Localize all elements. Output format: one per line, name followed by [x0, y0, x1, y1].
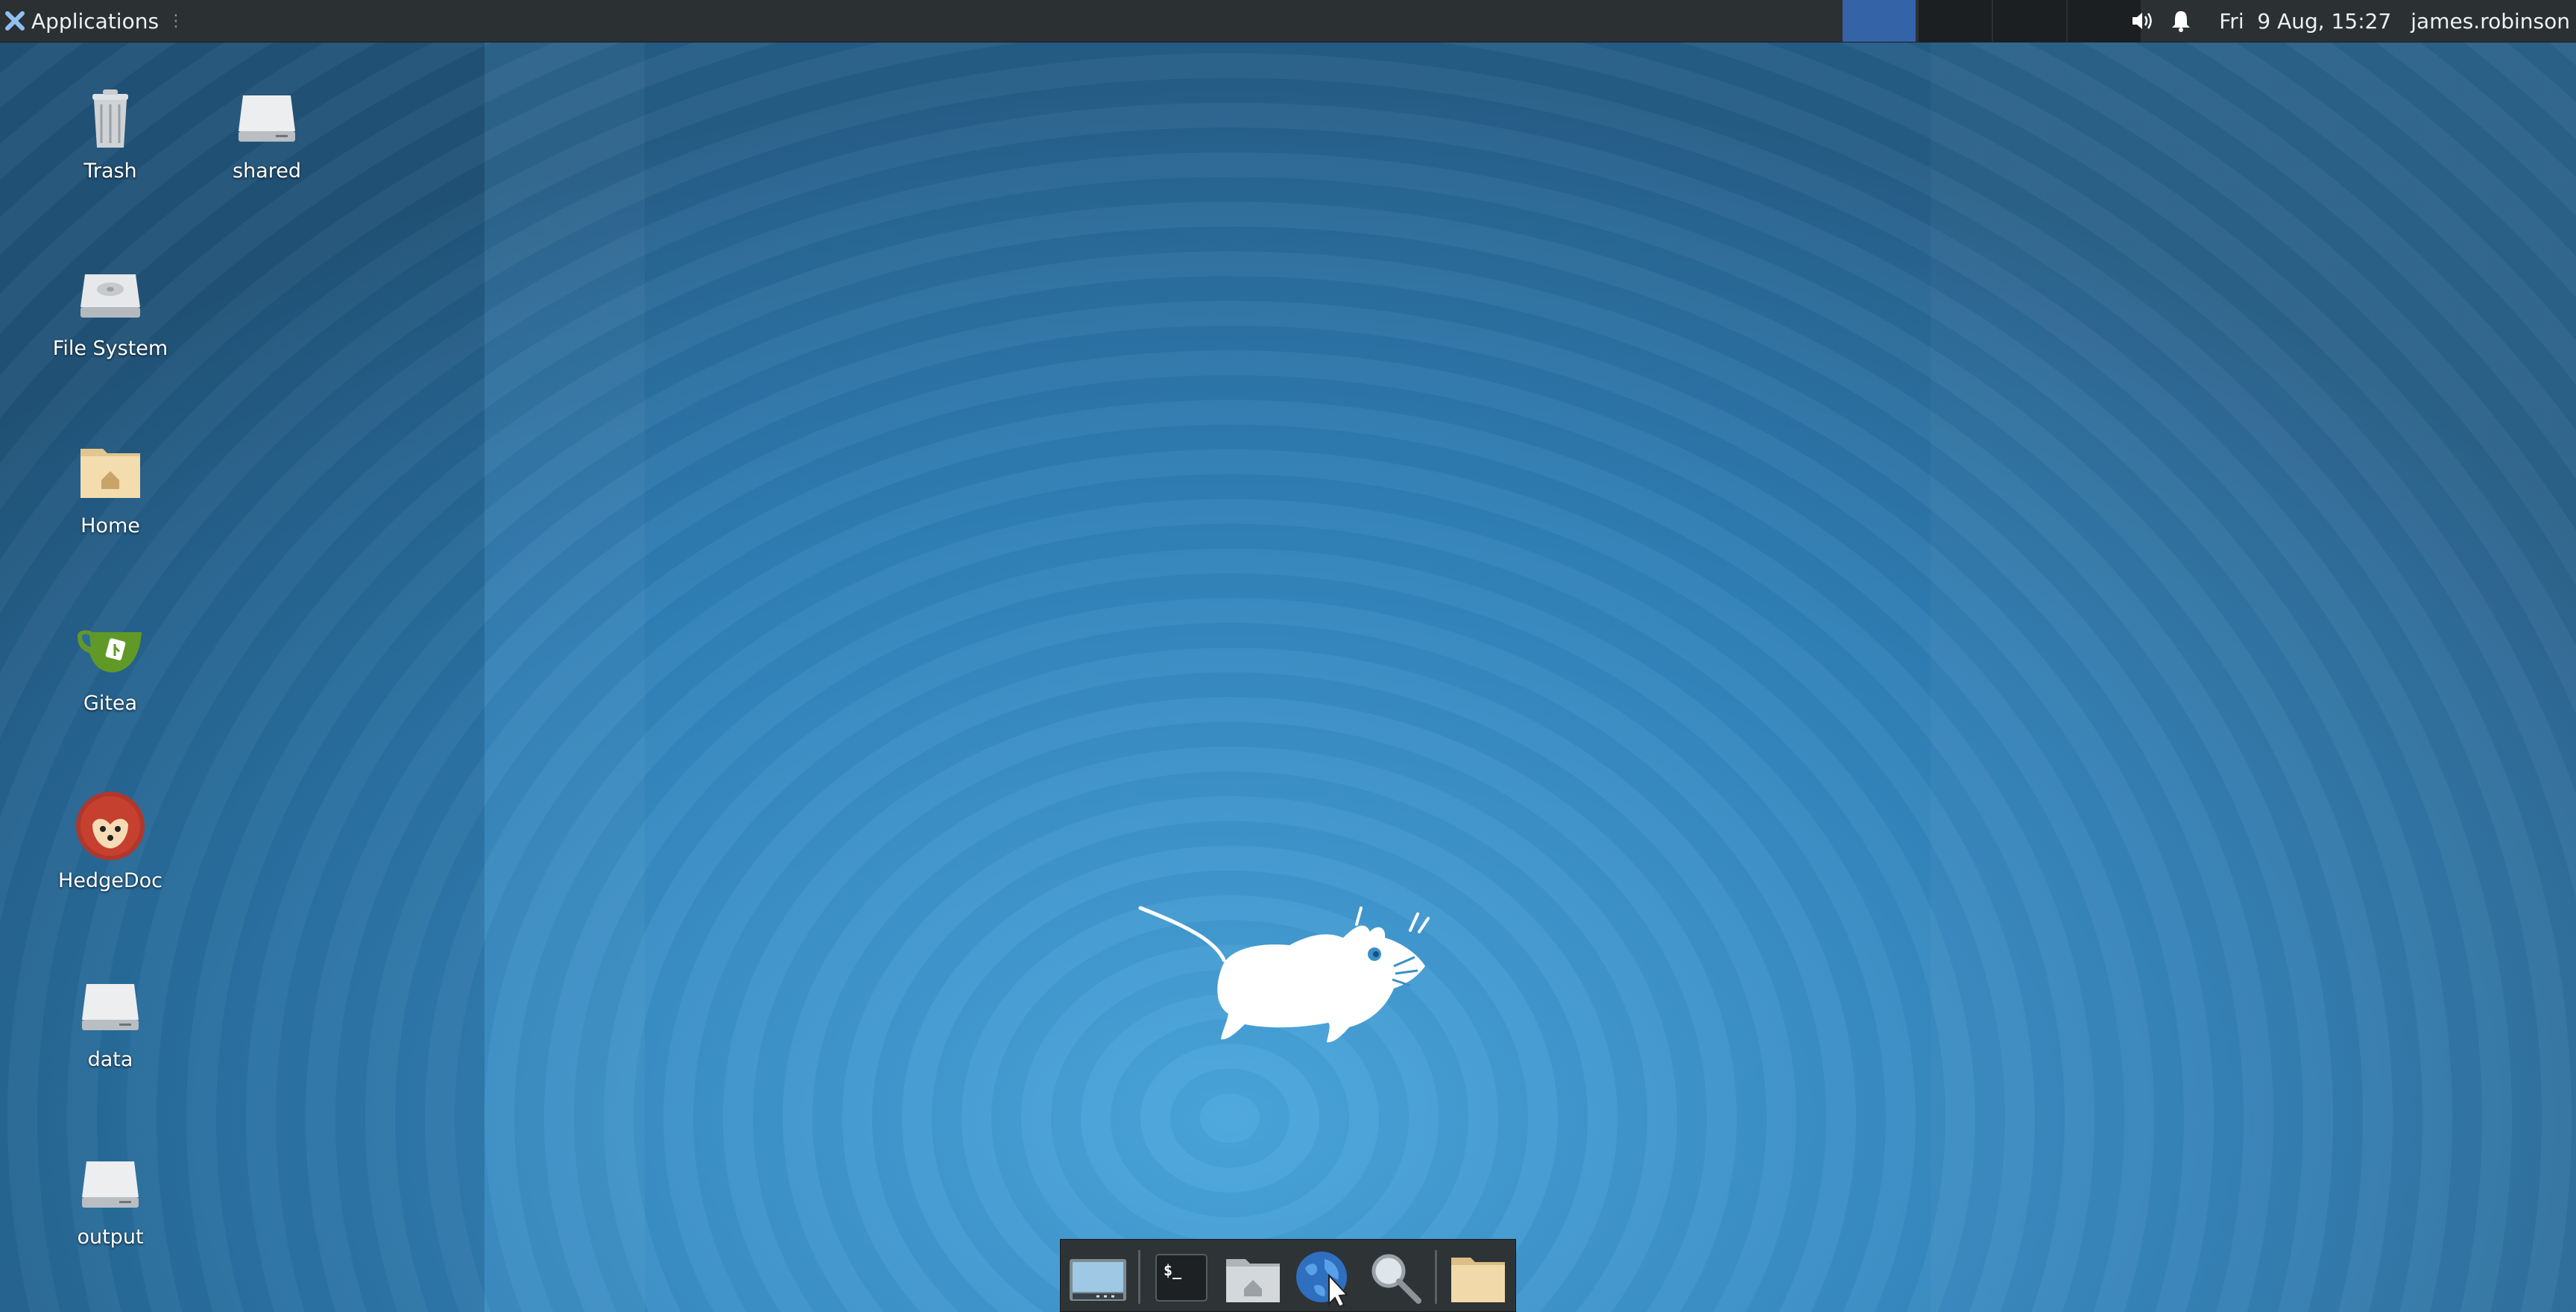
xfce-icon: [5, 11, 25, 31]
system-tray: Fri 9 Aug, 15:27 james.robinson: [2116, 0, 2576, 42]
drive-icon: [82, 984, 139, 1030]
desktop-icon-output[interactable]: output: [36, 1145, 185, 1249]
desktop-icon-label: shared: [233, 160, 301, 183]
dock-separator: [1138, 1250, 1140, 1304]
desktop-icon-label: Gitea: [83, 692, 138, 715]
folder-icon[interactable]: [1447, 1247, 1509, 1307]
web-browser-icon[interactable]: [1292, 1247, 1354, 1307]
workspace-3-button[interactable]: [1993, 0, 2066, 42]
desktop-icon-shared[interactable]: shared: [192, 79, 341, 183]
desktop-icon-home[interactable]: Home: [36, 434, 185, 537]
show-desktop-icon[interactable]: [1067, 1247, 1129, 1307]
gitea-icon: [78, 630, 142, 672]
workspace-1-button[interactable]: [1843, 0, 1916, 42]
desktop-icon-label: Trash: [83, 160, 137, 183]
desktop-icon-hedgedoc[interactable]: HedgeDoc: [36, 789, 185, 892]
desktop-icon-label: output: [77, 1226, 144, 1249]
hedgedoc-icon: [76, 792, 145, 860]
desktop-icon-gitea[interactable]: Gitea: [36, 611, 185, 715]
workspace-2-button[interactable]: [1919, 0, 1992, 42]
wallpaper-band: [1931, 42, 2576, 1312]
harddisk-icon: [80, 274, 140, 318]
desktop-icon-label: Home: [80, 514, 140, 537]
svg-text:$_: $_: [1164, 1261, 1182, 1279]
panel-grip-icon: ⋮: [168, 11, 185, 31]
home-folder-icon: [80, 449, 140, 498]
trash-icon: [92, 89, 128, 148]
desktop-icon-label: File System: [52, 337, 168, 360]
panel-user-menu[interactable]: james.robinson: [2411, 9, 2570, 34]
applications-menu-button[interactable]: Applications ⋮: [4, 0, 184, 42]
search-icon[interactable]: [1363, 1247, 1426, 1307]
volume-icon[interactable]: [2130, 8, 2155, 34]
dock-separator: [1435, 1250, 1437, 1304]
panel-clock[interactable]: Fri 9 Aug, 15:27: [2219, 9, 2391, 34]
applications-label: Applications: [31, 8, 160, 34]
bottom-dock: $_: [1060, 1239, 1516, 1312]
notification-bell-icon[interactable]: [2168, 8, 2194, 34]
wallpaper-band: [484, 42, 645, 1312]
desktop-icon-label: data: [87, 1048, 133, 1071]
xfce-mouse-logo: [1138, 906, 1430, 1043]
top-panel: Applications ⋮ Fri 9 Aug, 15:27 james.ro…: [0, 0, 2576, 42]
drive-icon: [239, 95, 295, 142]
home-folder-icon[interactable]: [1222, 1247, 1284, 1307]
desktop-icon-file-system[interactable]: File System: [36, 256, 185, 360]
desktop-icon-data[interactable]: data: [36, 968, 185, 1071]
drive-icon: [82, 1161, 139, 1208]
terminal-icon[interactable]: $_: [1150, 1247, 1213, 1307]
desktop-icon-trash[interactable]: Trash: [36, 79, 185, 183]
desktop-icon-label: HedgeDoc: [58, 869, 162, 892]
